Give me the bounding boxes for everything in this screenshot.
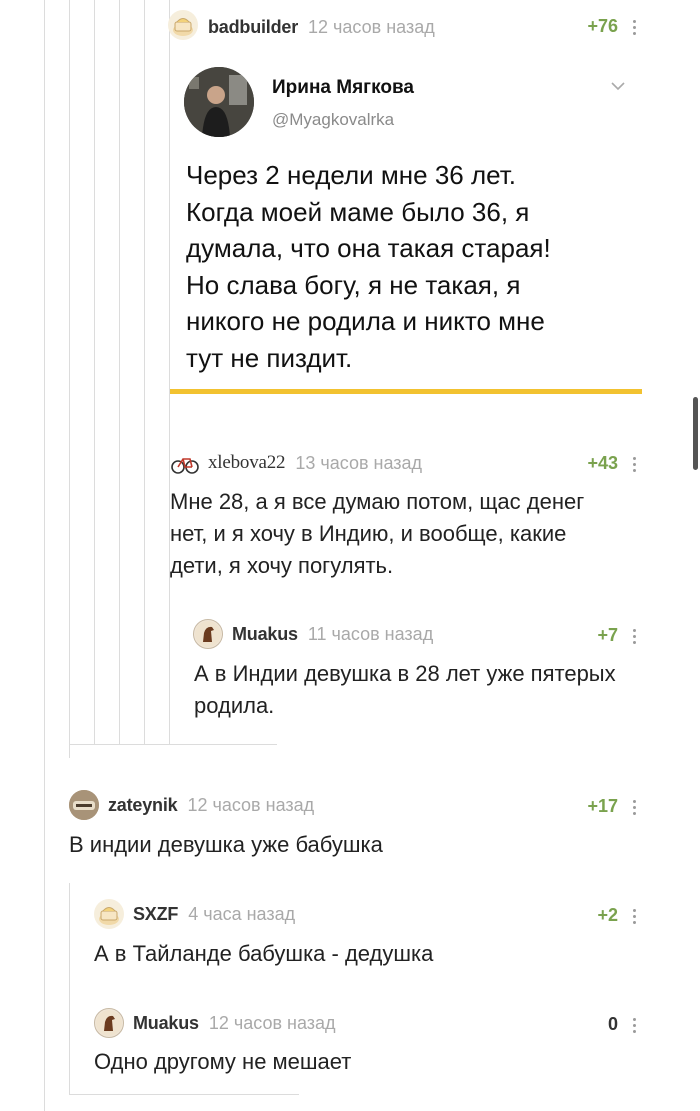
username[interactable]: xlebova22 <box>208 452 286 474</box>
comment-text: А в Индии девушка в 28 лет уже пятерых р… <box>194 658 654 722</box>
tweet-text-line: никого не родила и никто мне <box>186 306 545 336</box>
avatar[interactable] <box>69 790 99 820</box>
comment-rating[interactable]: +7 <box>597 625 618 646</box>
tweet-text: Через 2 недели мне 36 лет. Когда моей ма… <box>186 157 636 376</box>
timestamp: 4 часа назад <box>188 903 296 924</box>
comment-text-line: нет, и я хочу в Индию, и вообще, какие <box>170 521 567 546</box>
more-options-icon[interactable] <box>633 629 637 647</box>
comment-text-line: Одно другому не мешает <box>94 1049 352 1074</box>
thread-end-line <box>69 1094 299 1095</box>
comment-rating[interactable]: +43 <box>587 453 618 474</box>
more-options-icon[interactable] <box>633 800 637 818</box>
thread-line <box>69 0 70 758</box>
tweet-avatar <box>184 67 254 137</box>
comment-text-line: родила. <box>194 693 275 718</box>
comment-text-line: А в Тайланде бабушка - дедушка <box>94 941 434 966</box>
scrollbar[interactable] <box>693 397 698 470</box>
comment-text-line: В индии девушка уже бабушка <box>69 832 383 857</box>
thread-line <box>44 0 45 1111</box>
hat-avatar-icon <box>69 790 99 820</box>
more-options-icon[interactable] <box>633 909 637 927</box>
tweet-text-line: Через 2 недели мне 36 лет. <box>186 160 516 190</box>
comment-text: Мне 28, а я все думаю потом, щас денег н… <box>170 486 640 582</box>
horse-avatar-icon <box>96 1010 122 1036</box>
builder-cake-avatar-icon <box>173 18 193 36</box>
tweet-text-line: Когда моей маме было 36, я <box>186 196 530 227</box>
avatar[interactable] <box>168 10 198 40</box>
tweet-text-line: Но слава богу, я не такая, я <box>186 269 521 300</box>
bicycle-avatar-icon <box>171 458 199 474</box>
comment-text-line: А в Индии девушка в 28 лет уже пятерых <box>194 661 616 686</box>
username[interactable]: badbuilder <box>208 17 298 38</box>
thread-line <box>169 605 170 745</box>
timestamp: 13 часов назад <box>295 452 423 473</box>
username[interactable]: zateynik <box>108 795 178 816</box>
comment-header: Muakus 11 часов назад <box>232 619 433 649</box>
avatar[interactable] <box>94 1008 124 1038</box>
comment-rating[interactable]: 0 <box>608 1014 618 1035</box>
tweet-image[interactable]: Ирина Мягкова @Myagkovalrka Через 2 неде… <box>170 55 642 397</box>
comment-text: А в Тайланде бабушка - дедушка <box>94 938 634 970</box>
tweet-author-name: Ирина Мягкова <box>272 77 414 98</box>
thread-line <box>94 0 95 745</box>
timestamp: 12 часов назад <box>308 16 435 37</box>
tweet-text-line: тут не пиздит. <box>186 342 353 373</box>
horse-avatar-icon <box>195 621 221 647</box>
comment-text-line: дети, я хочу погулять. <box>170 553 394 578</box>
comment-text: В индии девушка уже бабушка <box>69 829 629 861</box>
thread-line <box>69 883 70 1095</box>
timestamp: 11 часов назад <box>307 623 434 644</box>
timestamp: 12 часов назад <box>187 794 315 815</box>
builder-cake-avatar-icon <box>99 907 119 925</box>
avatar[interactable] <box>94 899 124 929</box>
comment-header: badbuilder 12 часов назад <box>208 12 435 42</box>
person-photo-icon <box>184 67 254 137</box>
thread-line <box>119 0 120 745</box>
tweet-underline <box>170 389 642 394</box>
comment-header: Muakus 12 часов назад <box>133 1008 336 1038</box>
username[interactable]: Muakus <box>133 1013 199 1034</box>
comment-text: Одно другому не мешает <box>94 1046 634 1078</box>
thread-end-line <box>69 744 277 745</box>
more-options-icon[interactable] <box>633 20 637 38</box>
comment-rating[interactable]: +2 <box>597 905 618 926</box>
comment-text-line: Мне 28, а я все думаю потом, щас денег <box>170 489 585 514</box>
avatar[interactable] <box>170 448 200 478</box>
comment-rating[interactable]: +17 <box>587 796 618 817</box>
tweet-author-handle: @Myagkovalrka <box>272 110 395 129</box>
comment-header: xlebova22 13 часов назад <box>208 448 422 478</box>
more-options-icon[interactable] <box>633 457 637 475</box>
timestamp: 12 часов назад <box>208 1012 336 1033</box>
comment-rating[interactable]: +76 <box>587 16 618 37</box>
comment-header: zateynik 12 часов назад <box>108 790 314 820</box>
username[interactable]: SXZF <box>133 904 178 925</box>
avatar[interactable] <box>193 619 223 649</box>
more-options-icon[interactable] <box>633 1018 637 1036</box>
username[interactable]: Muakus <box>232 624 298 645</box>
comment-header: SXZF 4 часа назад <box>133 899 295 929</box>
tweet-text-line: думала, что она такая старая! <box>186 233 551 263</box>
chevron-down-icon[interactable] <box>610 81 626 91</box>
thread-line <box>144 0 145 745</box>
